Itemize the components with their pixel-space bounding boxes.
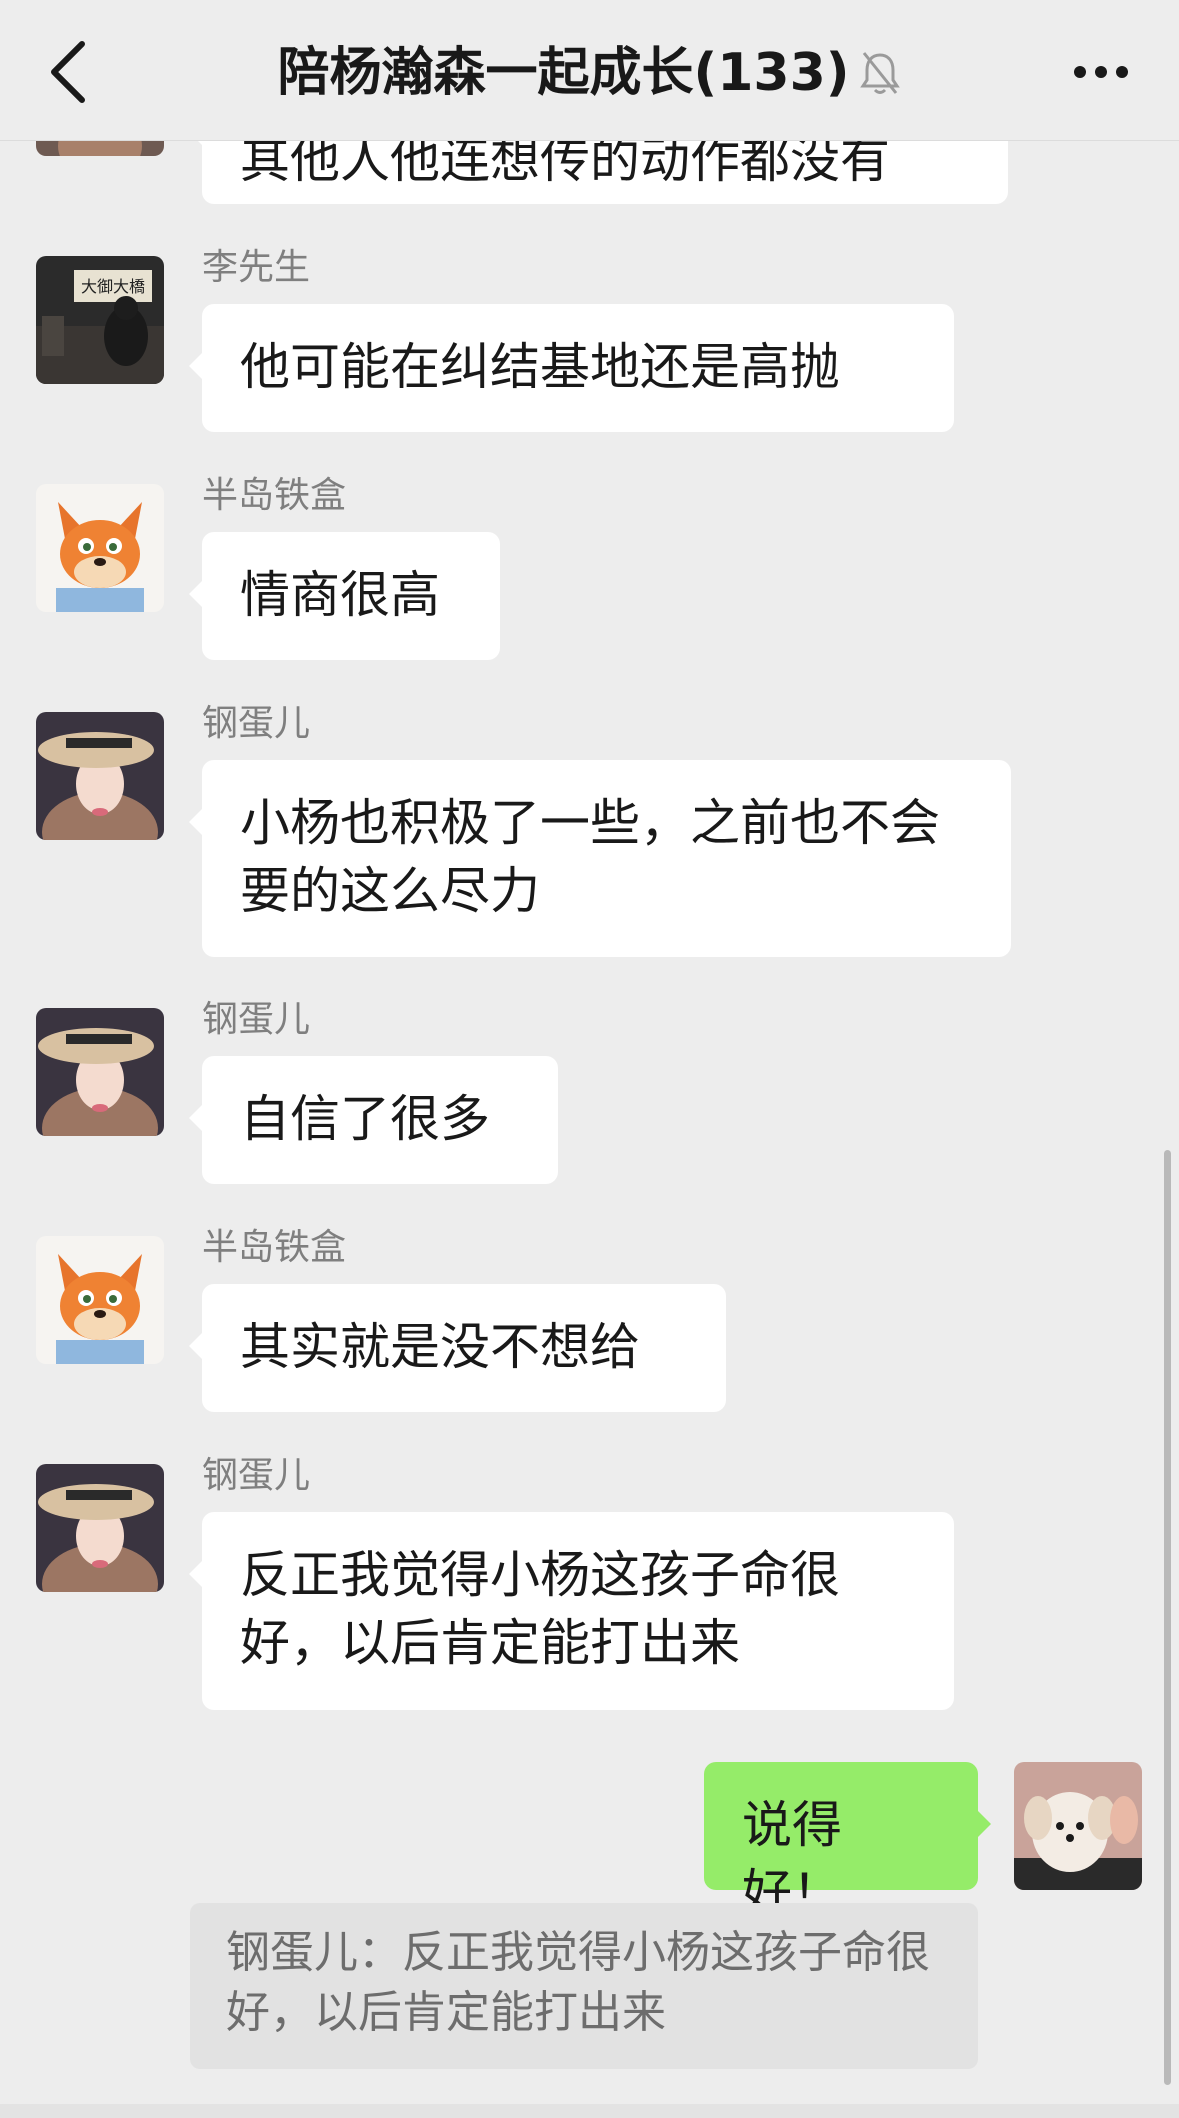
- sender-name: 李先生: [202, 247, 311, 288]
- bell-off-icon: [859, 52, 900, 94]
- message-bubble[interactable]: 反正我觉得小杨这孩子命很好，以后肯定能打出来: [189, 1512, 954, 1710]
- woman-hat-avatar[interactable]: [36, 1464, 164, 1592]
- chat-header: 陪杨瀚森一起成长(133): [0, 0, 1179, 141]
- puppy-avatar[interactable]: [1014, 1762, 1142, 1890]
- woman-hat-avatar[interactable]: [36, 712, 164, 840]
- message-bubble[interactable]: 其实就是没不想给: [189, 1284, 726, 1412]
- chat-title: 陪杨瀚森一起成长(133): [277, 43, 850, 103]
- fox-cartoon-avatar[interactable]: [36, 1236, 164, 1364]
- sender-name: 半岛铁盒: [202, 1227, 347, 1268]
- message-bubble[interactable]: 小杨也积极了一些，之前也不会要的这么尽力: [189, 760, 1011, 957]
- sender-name: 钢蛋儿: [202, 703, 311, 744]
- chat-title-container: 陪杨瀚森一起成长(133): [0, 40, 1179, 106]
- my-message-bubble[interactable]: 说得好！: [704, 1762, 991, 1922]
- scrollbar[interactable]: [1164, 1150, 1171, 2085]
- sender-name: 半岛铁盒: [202, 475, 347, 516]
- quoted-message[interactable]: 钢蛋儿：反正我觉得小杨这孩子命很好，以后肯定能打出来: [190, 1903, 978, 2069]
- sender-name: 钢蛋儿: [202, 999, 311, 1040]
- ellipsis-icon[interactable]: [1071, 52, 1131, 92]
- sender-name: 钢蛋儿: [202, 1455, 311, 1496]
- message-bubble[interactable]: 情商很高: [189, 532, 500, 660]
- restaurant-photo-avatar[interactable]: 大御大橋: [36, 256, 164, 384]
- woman-hat-avatar[interactable]: [36, 1008, 164, 1136]
- message-bubble[interactable]: 自信了很多: [189, 1056, 558, 1184]
- fox-cartoon-avatar[interactable]: [36, 484, 164, 612]
- message-bubble[interactable]: 他可能在纠结基地还是高抛: [189, 304, 954, 432]
- svg-text:大御大橋: 大御大橋: [81, 277, 145, 296]
- bottom-edge: [0, 2104, 1179, 2118]
